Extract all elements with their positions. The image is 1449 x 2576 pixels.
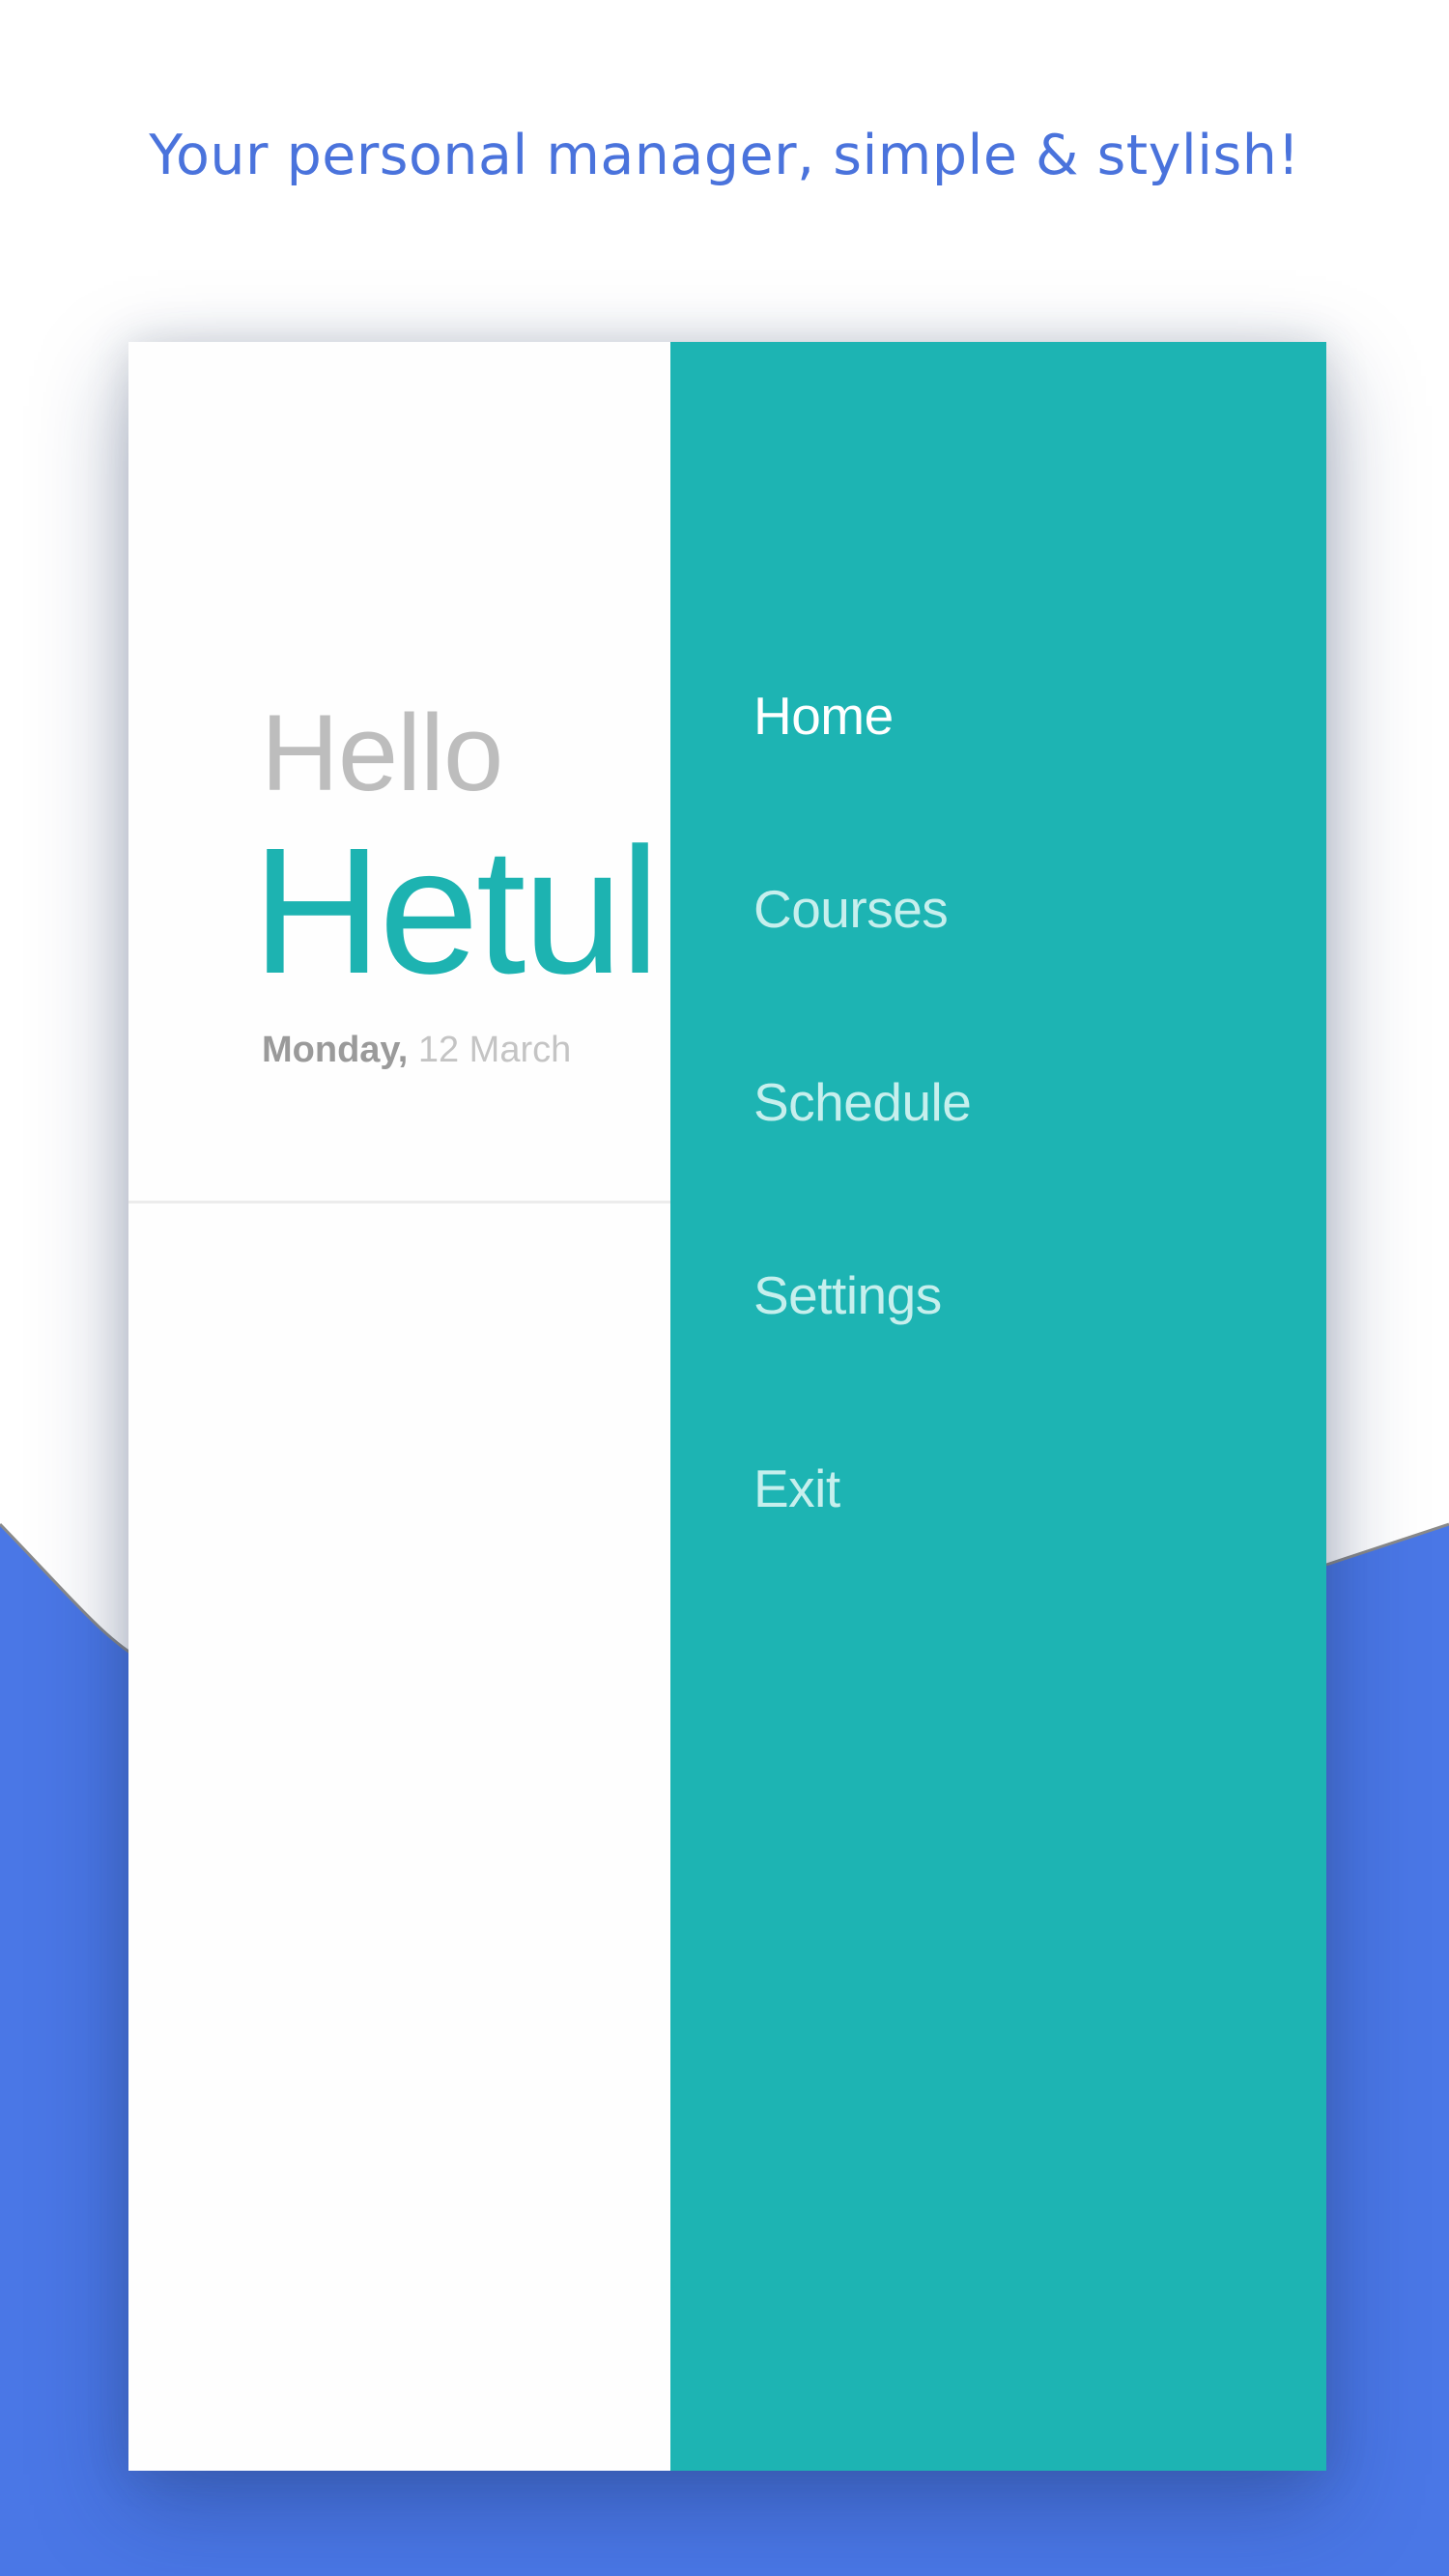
- menu-item-home[interactable]: Home: [753, 690, 971, 883]
- app-screen: Hello Hetul Monday, 12 March Home Course…: [128, 342, 1326, 2471]
- tagline: Your personal manager, simple & stylish!: [149, 124, 1300, 187]
- divider: [128, 1201, 670, 1203]
- menu-item-settings[interactable]: Settings: [753, 1269, 971, 1462]
- greeting-username: Hetul: [252, 811, 660, 1011]
- current-day: Monday,: [262, 1030, 409, 1070]
- menu-item-exit[interactable]: Exit: [753, 1462, 971, 1656]
- greeting-panel: Hello Hetul Monday, 12 March: [128, 342, 670, 2471]
- current-date-value: 12 March: [408, 1030, 572, 1070]
- current-date: Monday, 12 March: [262, 1030, 571, 1071]
- menu-item-courses[interactable]: Courses: [753, 883, 971, 1076]
- menu-list: Home Courses Schedule Settings Exit: [753, 690, 972, 1656]
- menu-item-schedule[interactable]: Schedule: [753, 1076, 972, 1269]
- greeting-hello: Hello: [261, 693, 503, 813]
- side-menu: Home Courses Schedule Settings Exit: [670, 342, 1326, 2471]
